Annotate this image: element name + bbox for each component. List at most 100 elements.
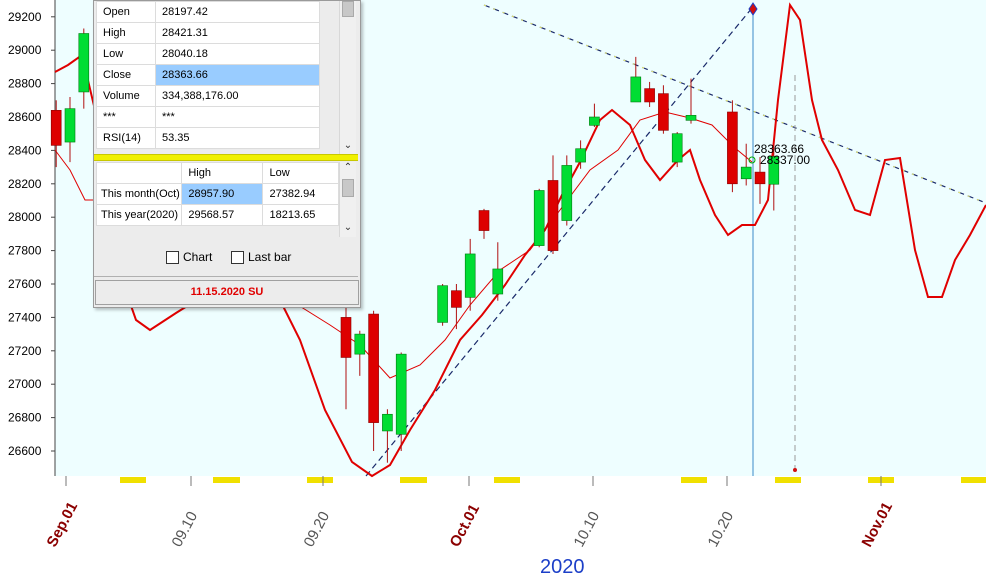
candle-body: [589, 116, 600, 126]
lastbar-checkbox-label: Last bar: [248, 250, 292, 264]
data-window[interactable]: Open 28197.42 High 28421.31 Low 28040.18 Close…: [93, 0, 361, 308]
y-tick-label: 29200: [8, 10, 42, 24]
row-value: 53.35: [155, 127, 320, 149]
row-value: 28040.18: [155, 43, 320, 65]
range-label: This year(2020): [95, 204, 183, 226]
range-header-low: Low: [262, 162, 339, 184]
candle-body: [533, 190, 545, 246]
candle-body: [754, 171, 766, 185]
lastbar-checkbox[interactable]: Last bar: [231, 250, 291, 264]
y-tick-label: 27200: [8, 344, 42, 358]
y-tick-label: 27000: [8, 377, 42, 391]
status-date: 11.15.2020 SU: [95, 280, 359, 305]
scroll-down-icon[interactable]: ⌄: [340, 222, 356, 233]
y-tick-label: 28600: [8, 110, 42, 124]
divider: [94, 276, 358, 277]
range-high: 29568.57: [181, 204, 264, 226]
year-label: 2020: [540, 556, 585, 578]
y-tick-label: 27400: [8, 310, 42, 324]
candle-body: [740, 166, 752, 180]
row-key: Low: [96, 43, 156, 65]
y-tick-label: 29000: [8, 43, 42, 57]
row-value: 28421.31: [155, 22, 320, 44]
row-key: Close: [96, 64, 156, 86]
row-value: 28197.42: [155, 1, 320, 23]
row-key: ***: [96, 106, 156, 128]
candle-body: [575, 148, 586, 163]
candle-body: [64, 108, 76, 143]
candle-body: [78, 33, 90, 93]
range-high: 28957.90: [181, 183, 264, 205]
x-tick-label: Sep.01: [44, 499, 82, 550]
row-key: RSI(14): [96, 127, 156, 149]
row-key: High: [96, 22, 156, 44]
candle-body: [464, 253, 476, 298]
candle-body: [354, 333, 366, 355]
candle-body: [382, 413, 393, 432]
scroll-thumb[interactable]: [342, 179, 354, 197]
y-tick-label: 26800: [8, 411, 42, 425]
candle-body: [561, 165, 573, 221]
y-tick-label: 28400: [8, 143, 42, 157]
y-tick-label: 28200: [8, 177, 42, 191]
checkbox-box[interactable]: [166, 250, 179, 264]
x-tick-label: Oct.01: [447, 501, 484, 549]
weekend-marker: [307, 477, 333, 483]
x-tick-label: Nov.01: [859, 499, 897, 549]
weekend-marker: [681, 477, 707, 483]
x-tick-label: 10.10: [571, 509, 604, 550]
ohlc-scrollbar[interactable]: ⌄: [339, 1, 356, 154]
candle-body: [671, 133, 683, 163]
checkbox-box[interactable]: [231, 250, 244, 264]
range-low: 18213.65: [262, 204, 339, 226]
row-value: 28363.66: [155, 64, 320, 86]
candle-body: [437, 285, 448, 323]
range-label: This month(Oct): [95, 183, 183, 205]
candle-body: [727, 111, 738, 185]
chart-checkbox-label: Chart: [183, 250, 213, 264]
range-low: 27382.94: [262, 183, 339, 205]
x-tick-label: 09.10: [169, 509, 202, 550]
chart-checkbox[interactable]: Chart: [166, 250, 212, 264]
candle-body: [685, 115, 697, 121]
x-tick-label: 09.20: [301, 509, 334, 550]
row-key: Volume: [96, 85, 156, 107]
data-row: High 28421.31: [96, 22, 320, 44]
candle-body: [547, 180, 559, 251]
candle-body: [478, 210, 490, 231]
candle-body: [492, 268, 504, 295]
date-strip: [55, 476, 986, 484]
panel-splitter[interactable]: [94, 154, 358, 161]
ma-price-label: 28337.00: [760, 153, 810, 167]
ohlc-table: Open 28197.42 High 28421.31 Low 28040.18 Close…: [96, 1, 320, 149]
weekend-marker: [961, 477, 986, 483]
weekend-marker: [213, 477, 240, 483]
scroll-thumb[interactable]: [342, 1, 354, 17]
weekend-marker: [400, 477, 427, 483]
weekend-marker: [120, 477, 146, 483]
scroll-down-icon[interactable]: ⌄: [340, 140, 356, 151]
candle-body: [630, 76, 642, 103]
row-value: ***: [155, 106, 320, 128]
forecast-dot: [793, 468, 797, 472]
row-key: Open: [96, 1, 156, 23]
range-scrollbar[interactable]: ⌃ ⌄: [339, 162, 356, 237]
candle-body: [451, 290, 462, 308]
x-tick-label: 10.20: [705, 509, 738, 550]
candle-body: [644, 88, 655, 103]
y-tick-label: 28800: [8, 77, 42, 91]
weekend-marker: [494, 477, 520, 483]
data-row: Close 28363.66: [96, 64, 320, 86]
y-tick-label: 27800: [8, 244, 42, 258]
range-header-high: High: [181, 162, 264, 184]
y-tick-label: 26600: [8, 444, 42, 458]
data-row: Volume 334,388,176.00: [96, 85, 320, 107]
candle-body: [395, 353, 407, 435]
scroll-up-icon[interactable]: ⌃: [340, 162, 356, 173]
y-tick-label: 28000: [8, 210, 42, 224]
candle-body: [340, 317, 352, 358]
range-table: High Low This month(Oct) 28957.90 27382.…: [95, 162, 339, 226]
y-tick-label: 27600: [8, 277, 42, 291]
data-row: *** ***: [96, 106, 320, 128]
weekend-marker: [775, 477, 801, 483]
